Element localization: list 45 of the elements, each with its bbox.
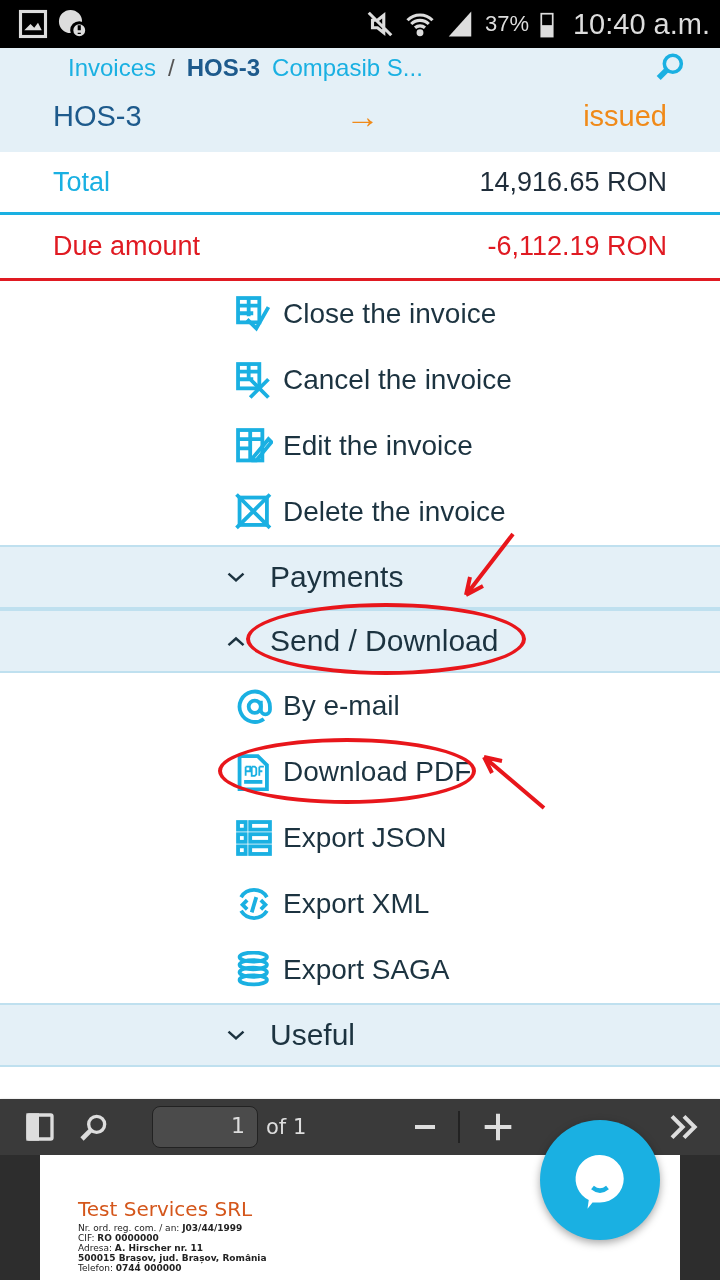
sidebar-icon [24, 1111, 56, 1143]
arrow-icon: → [345, 96, 380, 136]
page-count: of 1 [266, 1115, 307, 1139]
breadcrumb-separator: / [168, 54, 175, 82]
invoice-status: issued [583, 99, 667, 133]
menu-item[interactable]: Export SAGA [0, 937, 720, 1003]
zoom-out-icon [414, 1125, 436, 1129]
menu-item[interactable]: Export JSON [0, 805, 720, 871]
amount-value: -6,112.19 RON [487, 231, 667, 262]
company-detail: Adresa: A. Hirscher nr. 11 [78, 1243, 204, 1253]
section-header[interactable]: Useful [0, 1003, 720, 1067]
company-detail: CIF: RO 0000000 [78, 1233, 160, 1243]
company-detail: Nr. ord. reg. com. / an: J03/44/1999 [78, 1223, 244, 1233]
chevron-down-icon [226, 1028, 246, 1042]
alert-icon [58, 9, 88, 39]
menu-item[interactable]: Download PDF [0, 739, 720, 805]
chevron-up-icon [226, 634, 246, 648]
edit-document-icon [235, 427, 273, 465]
client-name: Compasib S... [272, 54, 424, 82]
amount-label: Due amount [53, 231, 201, 262]
check-document-icon [235, 295, 273, 333]
amount-value: 14,916.65 RON [479, 166, 667, 198]
company-detail: Telefon: 0744 000000 [78, 1263, 182, 1273]
menu-item[interactable]: Close the invoice [0, 281, 720, 347]
invoice-number: HOS-3 [186, 54, 261, 82]
menu-item[interactable]: Cancel the invoice [0, 347, 720, 413]
menu-item[interactable]: Edit the invoice [0, 413, 720, 479]
section-header[interactable]: Payments [0, 545, 720, 609]
battery-level: 37% [484, 11, 529, 37]
page-number-field[interactable]: 1 [152, 1106, 258, 1148]
cancel-document-icon [235, 361, 273, 399]
zoom-in-icon [482, 1111, 514, 1143]
menu-item[interactable]: Delete the invoice [0, 479, 720, 545]
clock: 10:40 a.m. [572, 7, 710, 41]
menu-item[interactable]: By e-mail [0, 673, 720, 739]
menu-item[interactable]: Export XML [0, 871, 720, 937]
list-icon [235, 819, 273, 857]
amount-label: Total [53, 166, 111, 198]
chevron-down-icon [226, 570, 246, 584]
at-sign-icon [235, 687, 273, 725]
invoice-number: HOS-3 [53, 99, 142, 133]
company-detail: 500015 Brașov, jud. Brașov, România [78, 1253, 268, 1263]
image-icon [18, 9, 48, 39]
company-name: Test Services SRL [78, 1197, 254, 1221]
crossed-box-icon [235, 493, 273, 531]
